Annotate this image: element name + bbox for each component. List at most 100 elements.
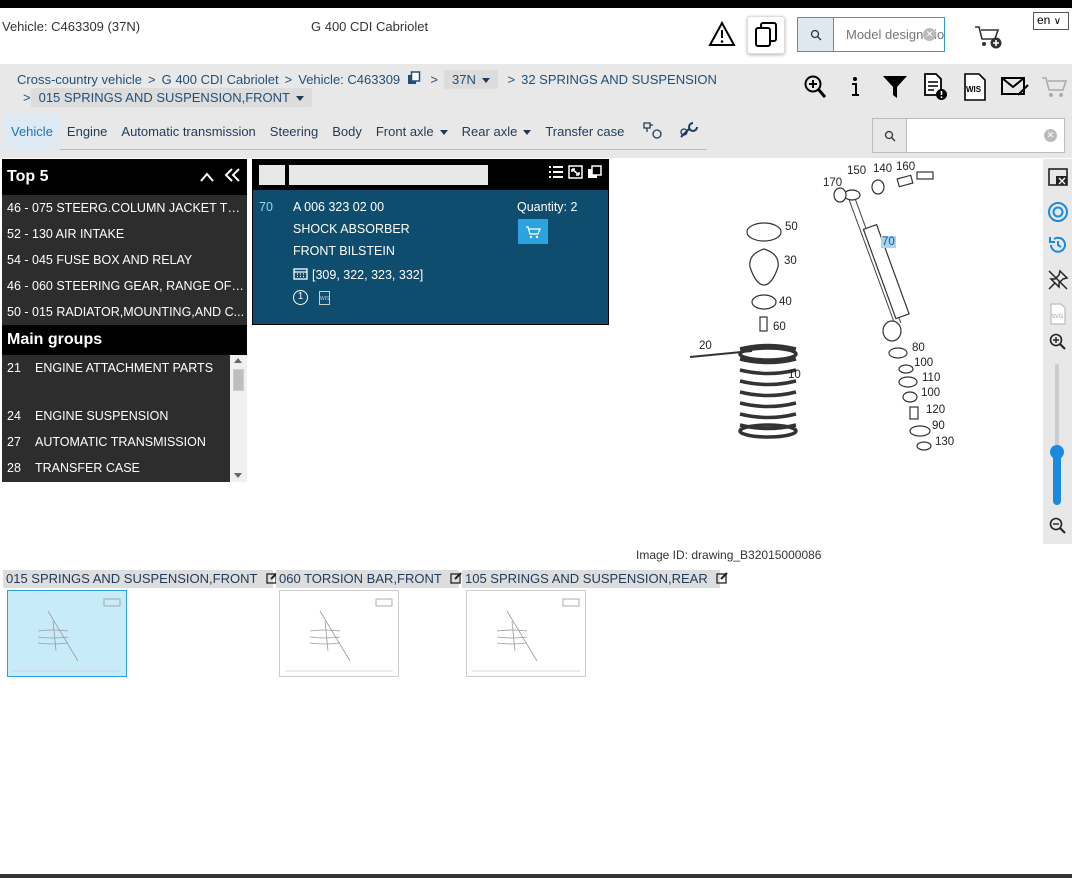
list-view-icon[interactable] (548, 165, 564, 179)
crumb-vehicle-class[interactable]: Cross-country vehicle (17, 72, 142, 87)
spray-gun-icon (643, 121, 662, 139)
tab-engine[interactable]: Engine (60, 114, 114, 150)
main-group-item[interactable]: 21 ENGINE ATTACHMENT PARTS (2, 355, 230, 403)
main-groups-panel: Main groups 21 ENGINE ATTACHMENT PARTS 24 E… (2, 325, 247, 482)
footnote-1-icon[interactable]: 1 (293, 290, 308, 305)
drawing-callout[interactable]: 150 (847, 165, 866, 177)
search-button[interactable] (873, 119, 907, 152)
wis-doc-icon[interactable]: WIS (319, 291, 330, 305)
drawing-callout[interactable]: 160 (896, 161, 915, 173)
double-chevron-left-icon[interactable] (223, 167, 241, 183)
drawing-callout[interactable]: 110 (922, 372, 940, 384)
main-group-item[interactable]: 28 TRANSFER CASE (2, 455, 230, 481)
zoom-slider-handle[interactable] (1050, 445, 1064, 459)
filter-field-part[interactable] (289, 165, 488, 185)
close-panel-icon[interactable] (1045, 164, 1070, 189)
drawing-callout[interactable]: 80 (912, 342, 925, 354)
drawing-callout[interactable]: 170 (823, 177, 842, 189)
crumb-model[interactable]: G 400 CDI Cabriolet (162, 72, 279, 87)
clear-search-icon[interactable]: ✕ (1044, 129, 1057, 142)
tab-rear-axle[interactable]: Rear axle (455, 114, 539, 150)
drawing-callout[interactable]: 120 (926, 404, 945, 416)
wis-icon[interactable]: WIS (960, 72, 990, 102)
main-group-item[interactable]: 24 ENGINE SUSPENSION (2, 403, 230, 429)
thumbnail-title[interactable]: 060 TORSION BAR,FRONT (276, 570, 462, 588)
main-groups-scrollbar[interactable] (230, 355, 247, 482)
drawing-thumbnail[interactable] (7, 590, 127, 677)
crumb-variant-dropdown[interactable]: 37N (444, 70, 498, 89)
filter-field-position[interactable] (259, 165, 285, 185)
top5-item[interactable]: 46 - 060 STEERING GEAR, RANGE OF ... (2, 273, 245, 299)
drawing-callout[interactable]: 30 (784, 255, 797, 267)
tab-steering[interactable]: Steering (263, 114, 325, 150)
copy-icon[interactable] (407, 71, 421, 85)
scrollbar-thumb[interactable] (233, 369, 244, 391)
top5-item[interactable]: 50 - 015 RADIATOR,MOUNTING,AND C... (2, 299, 245, 325)
add-part-to-cart-button[interactable] (518, 219, 548, 244)
history-icon[interactable] (1045, 232, 1070, 257)
caret-down-icon (296, 96, 304, 102)
drawing-callout[interactable]: 40 (779, 296, 792, 308)
thumbnail-title[interactable]: 015 SPRINGS AND SUSPENSION,FRONT (3, 570, 278, 588)
warning-icon[interactable] (708, 20, 736, 48)
exploded-view-drawing (689, 171, 934, 451)
filter-icon[interactable] (880, 72, 910, 102)
thumbnail-title[interactable]: 105 SPRINGS AND SUSPENSION,REAR (462, 570, 729, 588)
edit-icon[interactable] (450, 572, 462, 584)
parts-drawing[interactable]: 170 150 140 160 70 50 30 40 60 20 10 80 100 110 100 120… (620, 159, 1040, 539)
expand-icon[interactable] (568, 165, 583, 179)
drawing-callout[interactable]: 140 (873, 163, 892, 175)
main-group-number: 21 (7, 361, 21, 375)
drawing-callout[interactable]: 130 (935, 436, 954, 448)
mail-icon[interactable] (1000, 72, 1030, 102)
zoom-out-icon[interactable] (1045, 513, 1070, 538)
svg-text:SVG: SVG (1051, 314, 1063, 320)
drawing-callout[interactable]: 100 (914, 357, 933, 369)
drawing-thumbnail[interactable] (466, 590, 586, 677)
scroll-down-icon[interactable] (234, 473, 242, 478)
top5-item[interactable]: 52 - 130 AIR INTAKE (2, 221, 245, 247)
tab-transfer-case[interactable]: Transfer case (538, 114, 631, 150)
collapse-up-icon[interactable] (199, 171, 215, 183)
add-to-cart-icon[interactable] (973, 23, 1003, 51)
cart-icon (526, 225, 541, 238)
unpin-icon[interactable] (1045, 267, 1070, 292)
part-search-input[interactable] (907, 119, 1047, 152)
clear-search-icon[interactable]: ✕ (923, 28, 936, 41)
drawing-callout[interactable]: 20 (699, 340, 712, 352)
tab-tools[interactable] (631, 114, 707, 150)
language-select[interactable]: en ∨ (1033, 12, 1069, 30)
popout-icon[interactable] (587, 165, 602, 179)
tab-automatic-transmission[interactable]: Automatic transmission (114, 114, 262, 150)
main-group-number: 24 (7, 409, 21, 423)
cart-icon[interactable] (1040, 72, 1070, 102)
drawing-callout[interactable]: 60 (773, 321, 786, 333)
top5-item[interactable]: 46 - 075 STEERG.COLUMN JACKET TU... (2, 195, 245, 221)
drawing-callout[interactable]: 10 (788, 369, 801, 381)
search-button[interactable] (798, 18, 834, 51)
svg-export-icon[interactable]: SVG (1045, 301, 1070, 326)
zoom-in-icon[interactable] (1045, 329, 1070, 354)
main-group-item[interactable]: 27 AUTOMATIC TRANSMISSION (2, 429, 230, 455)
drawing-callout[interactable]: 90 (932, 420, 945, 432)
drawing-callout[interactable]: 100 (921, 387, 940, 399)
main-group-label: AUTOMATIC TRANSMISSION (35, 435, 206, 449)
crumb-subgroup-dropdown[interactable]: 015 SPRINGS AND SUSPENSION,FRONT (30, 88, 312, 107)
edit-icon[interactable] (716, 572, 729, 584)
tab-body[interactable]: Body (325, 114, 369, 150)
part-description-2: FRONT BILSTEIN (293, 244, 395, 258)
info-icon[interactable] (840, 72, 870, 102)
crumb-vehicle[interactable]: Vehicle: C463309 (298, 72, 400, 87)
document-warning-icon[interactable] (920, 72, 950, 102)
crumb-group[interactable]: 32 SPRINGS AND SUSPENSION (521, 72, 717, 87)
scroll-up-icon[interactable] (234, 358, 242, 363)
drawing-callout[interactable]: 70 (881, 236, 896, 248)
tab-front-axle[interactable]: Front axle (369, 114, 455, 150)
copy-button[interactable] (747, 16, 785, 54)
target-icon[interactable] (1045, 199, 1070, 224)
drawing-thumbnail[interactable] (279, 590, 399, 677)
zoom-in-icon[interactable] (800, 72, 830, 102)
drawing-callout[interactable]: 50 (785, 221, 798, 233)
tab-vehicle[interactable]: Vehicle (4, 113, 60, 150)
top5-item[interactable]: 54 - 045 FUSE BOX AND RELAY (2, 247, 245, 273)
